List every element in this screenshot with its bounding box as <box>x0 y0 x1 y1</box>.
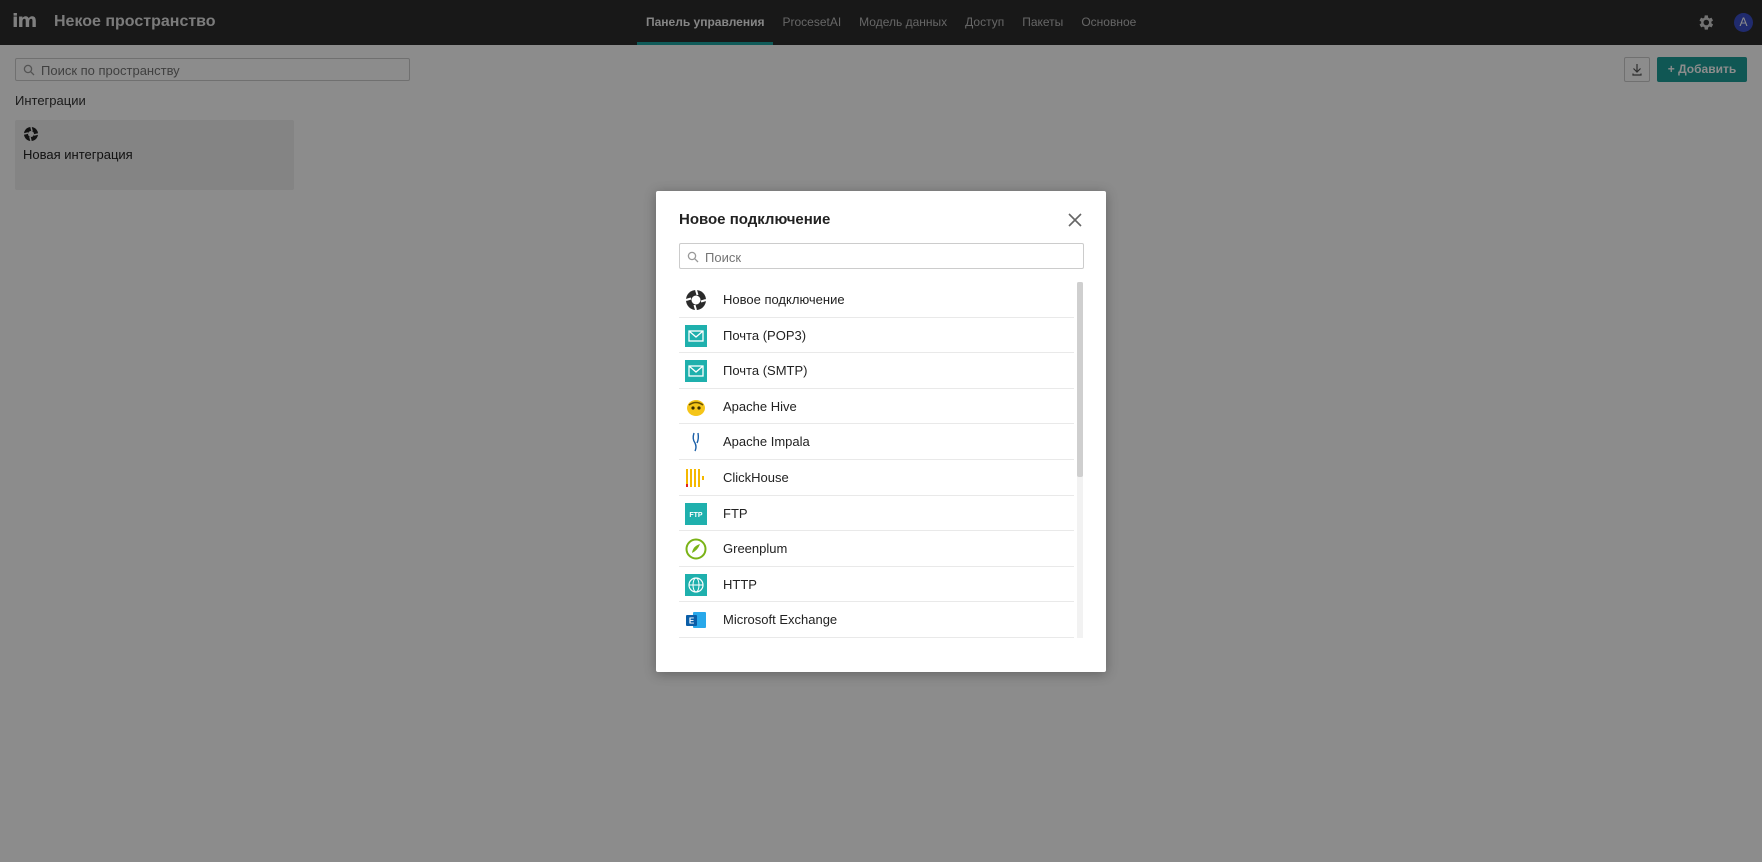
list-item[interactable]: HTTP <box>679 567 1074 603</box>
mail-icon <box>685 360 707 383</box>
list-scrollbar[interactable] <box>1077 282 1083 638</box>
clickhouse-icon <box>686 468 704 487</box>
svg-text:E: E <box>689 617 695 626</box>
list-item[interactable]: ClickHouse <box>679 460 1074 496</box>
list-item-label: HTTP <box>723 576 757 592</box>
list-item-label: Новое подключение <box>723 292 845 307</box>
connection-list: Новое подключение Почта (POP3) Почта (SM… <box>679 282 1074 638</box>
microsoft-exchange-icon: E <box>686 612 706 629</box>
connection-search-input[interactable] <box>703 247 1077 267</box>
svg-text:FTP: FTP <box>689 512 703 519</box>
list-item[interactable]: Apache Hive <box>679 389 1074 425</box>
list-item[interactable]: Почта (SMTP) <box>679 353 1074 389</box>
list-item[interactable]: FTP FTP <box>679 496 1074 532</box>
list-item-label: ClickHouse <box>723 469 789 485</box>
apache-impala-icon <box>692 433 700 452</box>
search-icon <box>687 251 699 263</box>
modal-title: Новое подключение <box>679 211 831 228</box>
ftp-icon: FTP <box>685 502 707 525</box>
scrollbar-thumb[interactable] <box>1077 282 1083 477</box>
close-icon[interactable] <box>1068 213 1082 227</box>
list-item[interactable]: Новое подключение <box>679 282 1074 318</box>
list-item-label: Почта (POP3) <box>723 327 807 343</box>
list-item[interactable]: E Microsoft Exchange <box>679 602 1074 638</box>
list-item[interactable]: Почта (POP3) <box>679 318 1074 354</box>
mail-icon <box>685 324 707 347</box>
greenplum-icon <box>685 538 707 560</box>
apache-hive-icon <box>687 399 705 416</box>
list-item-label: Apache Hive <box>723 398 797 414</box>
new-connection-modal: Новое подключение Новое подключение Почт… <box>656 191 1106 672</box>
list-item-label: Почта (SMTP) <box>723 363 808 379</box>
list-item-label: FTP <box>723 505 748 521</box>
list-item-label: Greenplum <box>723 541 788 557</box>
list-item[interactable]: Greenplum <box>679 531 1074 567</box>
http-icon <box>685 573 707 596</box>
list-item[interactable]: Apache Impala <box>679 424 1074 460</box>
list-item-label: Apache Impala <box>723 434 810 450</box>
list-item-label: Microsoft Exchange <box>723 612 838 628</box>
connection-icon <box>685 289 707 311</box>
connection-search[interactable] <box>679 243 1084 269</box>
